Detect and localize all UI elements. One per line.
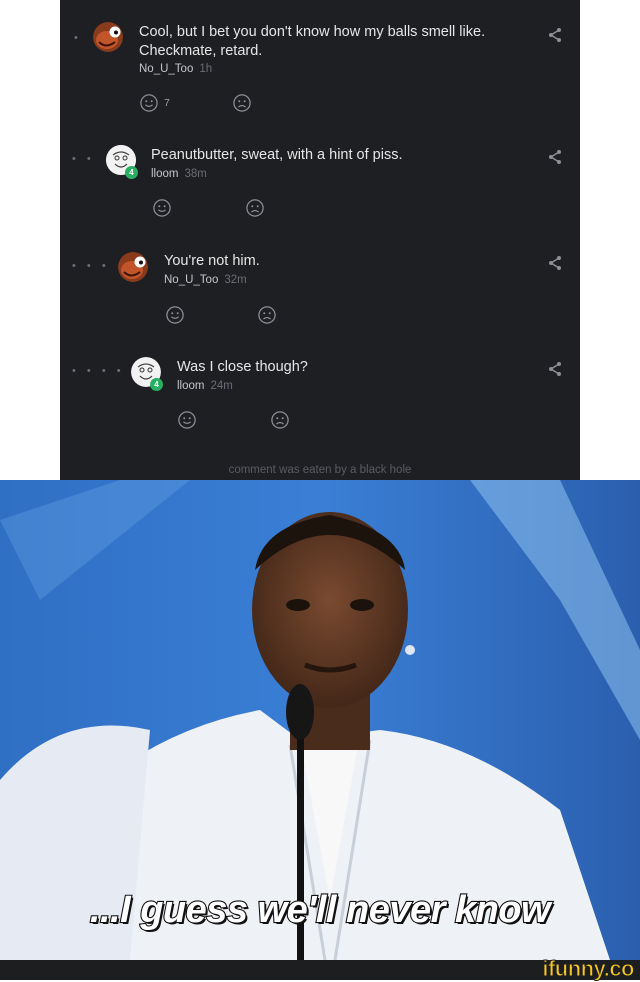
frown-reaction[interactable] [246,199,264,217]
thread-depth-indicator: • [74,32,82,44]
author-name[interactable]: lloom [177,380,204,392]
frown-reaction[interactable] [233,94,251,112]
meme-illustration [0,480,640,960]
share-icon[interactable] [548,361,562,377]
thread-depth-indicator: • • • • [72,365,125,377]
meme-caption: ...I guess we'll never know [89,888,552,932]
share-icon[interactable] [548,255,562,271]
thread-depth-indicator: • • [72,153,95,165]
smile-icon[interactable] [166,306,184,324]
smile-icon[interactable] [140,94,158,112]
smile-icon[interactable] [178,411,196,429]
comment-meta: lloom 38m [151,168,207,180]
author-name[interactable]: No_U_Too [164,274,218,286]
smile-reaction[interactable] [153,199,177,217]
smile-reaction[interactable] [178,411,202,429]
comment-text: Was I close though? [177,359,308,375]
comment-thread: • Cool, but I bet you don't know how my … [60,0,580,480]
share-icon[interactable] [548,149,562,165]
level-badge: 4 [125,166,138,179]
frown-reaction[interactable] [271,411,289,429]
comment-time: 32m [224,274,247,286]
frown-icon[interactable] [233,94,251,112]
watermark-bar: ifunny.co [0,956,640,982]
ifunny-logo[interactable]: ifunny.co [542,956,635,982]
level-badge: 4 [150,378,163,391]
frown-icon[interactable] [271,411,289,429]
comment-text: Peanutbutter, sweat, with a hint of piss… [151,147,403,163]
comment-meta: No_U_Too 32m [164,274,247,286]
smile-icon[interactable] [153,199,171,217]
deleted-comment-note: comment was eaten by a black hole [228,464,412,476]
cartoon-face-icon[interactable] [118,252,148,282]
smile-reaction[interactable]: 7 [140,94,170,112]
cartoon-face-icon[interactable] [93,22,123,52]
comment-time: 1h [199,63,213,75]
frown-icon[interactable] [258,306,276,324]
smile-reaction[interactable] [166,306,190,324]
author-name[interactable]: No_U_Too [139,63,193,75]
meme-image: ...I guess we'll never know [0,480,640,960]
share-icon[interactable] [548,27,562,43]
thread-depth-indicator: • • • [72,260,110,272]
smile-count: 7 [164,97,170,109]
comment-time: 24m [210,380,233,392]
frown-reaction[interactable] [258,306,276,324]
comment-text: You're not him. [164,253,260,269]
author-name[interactable]: lloom [151,168,178,180]
comment-text: Cool, but I bet you don't know how my ba… [139,24,486,59]
comment-meta: No_U_Too 1h [139,63,212,75]
frown-icon[interactable] [246,199,264,217]
comment-time: 38m [184,168,207,180]
comment-meta: lloom 24m [177,380,233,392]
